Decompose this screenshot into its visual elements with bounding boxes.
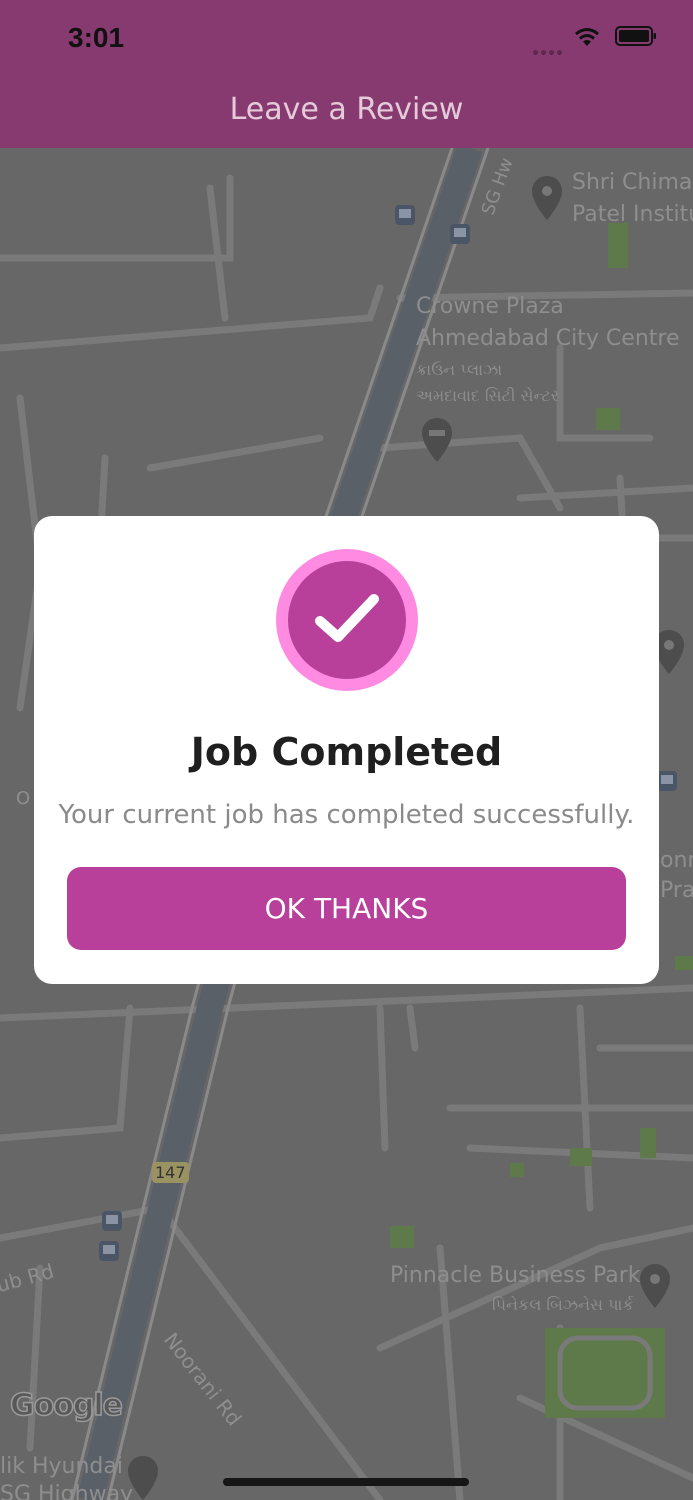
map-label: Patel Institu: [572, 202, 693, 227]
map-label: SG Highway: [0, 1482, 134, 1500]
ok-thanks-button[interactable]: OK THANKS: [67, 867, 626, 950]
success-badge: [276, 549, 418, 691]
google-logo: Google: [9, 1387, 123, 1424]
map-label: onn: [660, 848, 693, 873]
hotel-pin-icon[interactable]: [420, 416, 454, 464]
map-label: lik Hyundai: [0, 1454, 123, 1479]
map-label: O: [16, 788, 31, 809]
top-bar: 3:01 Leave a Review: [0, 0, 693, 148]
bus-stop-icon[interactable]: [656, 770, 678, 792]
map-label: Crowne Plaza: [416, 294, 564, 319]
bus-stop-icon[interactable]: [101, 1210, 123, 1232]
status-time: 3:01: [68, 22, 125, 53]
dialog-message: Your current job has completed successfu…: [58, 800, 635, 830]
map-label: Shri Chiman: [572, 170, 693, 195]
job-completed-dialog: Job Completed Your current job has compl…: [34, 516, 659, 984]
bus-stop-icon[interactable]: [449, 223, 471, 245]
map-label: Pinnacle Business Park: [390, 1263, 641, 1288]
bus-stop-icon[interactable]: [394, 204, 416, 226]
map-label: Pra: [660, 878, 693, 903]
home-indicator[interactable]: [223, 1478, 469, 1486]
status-icons: [527, 24, 657, 55]
battery-icon: [615, 26, 656, 46]
map-label: ક્રાઉન પ્લાઝા: [416, 360, 503, 379]
cellular-signal-icon: [533, 42, 565, 55]
dialog-title: Job Completed: [190, 730, 503, 774]
page-title: Leave a Review: [229, 92, 464, 127]
map-label: પિનેકલ બિઝનેસ પાર્ક: [492, 1295, 634, 1314]
map-label: Ahmedabad City Centre: [416, 326, 680, 351]
map-label: અમદાવાદ સિટી સેન્ટર: [416, 386, 560, 405]
location-pin-icon[interactable]: [530, 174, 564, 222]
checkmark-icon: [315, 594, 379, 642]
bus-stop-icon[interactable]: [98, 1240, 120, 1262]
wifi-icon: [575, 28, 599, 46]
location-pin-icon[interactable]: [638, 1262, 672, 1310]
route-shield: 147: [152, 1162, 189, 1183]
